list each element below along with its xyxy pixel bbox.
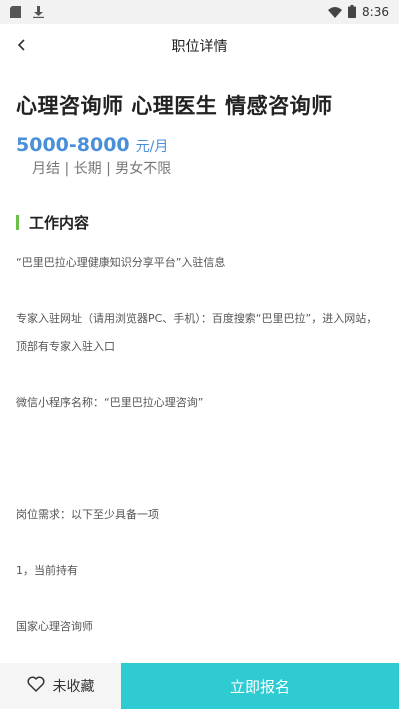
description-line xyxy=(16,277,383,305)
salary-amount: 5000-8000 xyxy=(16,134,130,156)
section-title: 工作内容 xyxy=(29,214,90,232)
status-bar: 8:36 xyxy=(0,0,399,24)
status-right: 8:36 xyxy=(328,3,399,22)
bottom-action-bar: 未收藏 立即报名 xyxy=(0,663,399,709)
description-line: 国家心理咨询师 xyxy=(16,620,93,633)
description-line xyxy=(16,473,383,501)
salary-unit: 元/月 xyxy=(135,139,169,155)
chevron-left-icon xyxy=(17,37,27,56)
description-line xyxy=(16,361,383,389)
favorite-label: 未收藏 xyxy=(52,679,95,695)
section-header: 工作内容 xyxy=(16,212,383,233)
job-description: “巴里巴拉心理健康知识分享平台”入驻信息 专家入驻网址（请用浏览器PC、手机）：… xyxy=(16,249,383,641)
apply-button[interactable]: 立即报名 xyxy=(121,663,399,709)
wifi-icon xyxy=(328,3,343,22)
description-line: 1，当前持有 xyxy=(16,564,78,577)
job-title: 心理咨询师 心理医生 情感咨询师 xyxy=(16,94,333,118)
status-left xyxy=(0,3,44,22)
back-button[interactable] xyxy=(8,32,36,60)
section-accent-bar xyxy=(16,215,19,230)
description-line: 岗位需求：以下至少具备一项 xyxy=(16,508,159,521)
description-line xyxy=(16,585,383,613)
description-line: “巴里巴拉心理健康知识分享平台”入驻信息 xyxy=(16,256,226,269)
battery-icon xyxy=(348,3,357,22)
description-line xyxy=(16,417,383,445)
description-line: 微信小程序名称：“巴里巴拉心理咨询” xyxy=(16,396,204,409)
status-time: 8:36 xyxy=(362,5,389,19)
job-detail-content: 心理咨询师 心理医生 情感咨询师 5000-8000 元/月 月结 | 长期 |… xyxy=(16,68,383,641)
job-tags: 月结 | 长期 | 男女不限 xyxy=(32,161,172,177)
salary-row: 5000-8000 元/月 xyxy=(16,134,383,156)
page-title: 职位详情 xyxy=(171,39,228,55)
download-icon xyxy=(33,3,44,22)
heart-outline-icon xyxy=(27,676,45,696)
sd-card-icon xyxy=(10,3,21,22)
description-line: 专家入驻网址（请用浏览器PC、手机）：百度搜索“巴里巴拉”，进入网站，顶部有专家… xyxy=(16,312,378,353)
favorite-button[interactable]: 未收藏 xyxy=(0,663,121,709)
nav-bar: 职位详情 xyxy=(0,24,399,68)
description-line xyxy=(16,529,383,557)
description-line xyxy=(16,445,383,473)
